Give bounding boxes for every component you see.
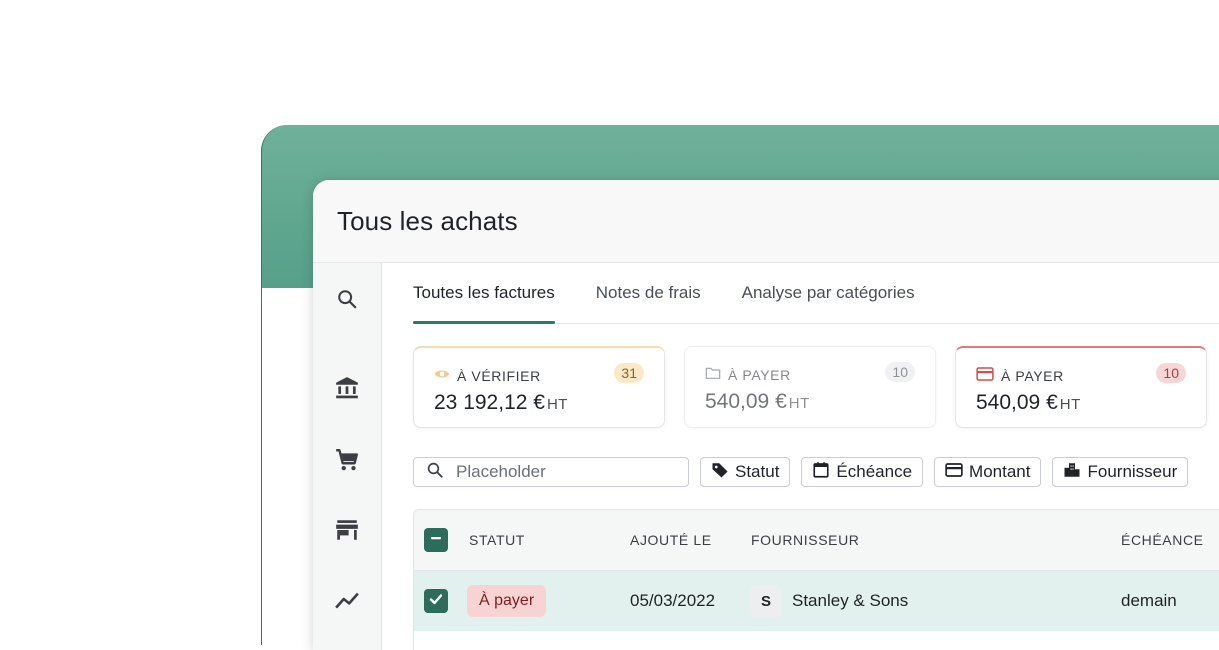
amount-value: 540,09 € [976, 391, 1058, 414]
cart-icon[interactable] [333, 446, 361, 474]
minus-icon [429, 531, 443, 550]
filter-montant-button[interactable]: Montant [934, 457, 1042, 487]
cell-due: demain [1121, 591, 1177, 610]
card-icon [945, 462, 969, 483]
app-window: Tous les achats Toutes les factures Note… [313, 180, 1219, 650]
table-row[interactable]: À payer 05/03/2022 S Stanley & Sons dema… [414, 571, 1219, 631]
tag-icon [711, 461, 735, 484]
tab-toutes-les-factures[interactable]: Toutes les factures [413, 263, 555, 324]
store-icon[interactable] [333, 516, 361, 544]
row-checkbox[interactable] [424, 589, 448, 613]
chip-label: Statut [735, 462, 780, 481]
summary-cards: À VÉRIFIER 31 23 192,12 € HT À PAYER 10 5… [413, 346, 1219, 428]
amount-value: 540,09 € [705, 390, 787, 413]
card-a-payer-folder[interactable]: À PAYER 10 540,09 € HT [684, 346, 936, 428]
card-amount: 540,09 € HT [976, 391, 1081, 415]
column-header-status[interactable]: STATUT [469, 532, 525, 548]
card-label-row: À PAYER [705, 365, 791, 384]
filter-statut-button[interactable]: Statut [700, 457, 791, 487]
check-icon [428, 591, 444, 612]
chip-label: Montant [969, 462, 1031, 481]
trend-chart-icon[interactable] [333, 585, 361, 613]
credit-card-icon [976, 366, 1001, 385]
column-header-supplier[interactable]: FOURNISSEUR [751, 532, 860, 548]
card-a-payer-card[interactable]: À PAYER 10 540,09 € HT [955, 346, 1207, 428]
amount-unit: HT [788, 395, 810, 412]
card-amount: 23 192,12 € HT [434, 391, 568, 415]
chip-label: Échéance [836, 462, 913, 481]
sidebar [313, 263, 382, 650]
tab-analyse-par-categories[interactable]: Analyse par catégories [742, 263, 915, 323]
amount-value: 23 192,12 € [434, 391, 545, 414]
tab-bar: Toutes les factures Notes de frais Analy… [413, 263, 1219, 324]
cell-supplier: Stanley & Sons [792, 591, 909, 610]
folder-icon [705, 365, 728, 384]
building-icon [1063, 461, 1087, 484]
card-a-verifier[interactable]: À VÉRIFIER 31 23 192,12 € HT [413, 346, 665, 428]
calendar-icon [812, 461, 836, 484]
page-title: Tous les achats [337, 205, 518, 236]
search-icon [426, 461, 444, 484]
filter-echeance-button[interactable]: Échéance [801, 457, 924, 487]
count-badge: 10 [1156, 363, 1186, 383]
card-label-row: À PAYER [976, 366, 1064, 385]
column-header-added[interactable]: AJOUTÉ LE [630, 532, 712, 548]
filter-fournisseur-button[interactable]: Fournisseur [1052, 457, 1189, 487]
table-header: STATUT AJOUTÉ LE FOURNISSEUR ÉCHÉANCE [414, 510, 1219, 571]
main-content: Toutes les factures Notes de frais Analy… [382, 263, 1219, 650]
card-label: À VÉRIFIER [457, 367, 541, 384]
column-header-due[interactable]: ÉCHÉANCE [1121, 532, 1204, 548]
chip-label: Fournisseur [1087, 462, 1178, 481]
status-badge: À payer [467, 585, 547, 617]
card-label-row: À VÉRIFIER [434, 366, 541, 385]
window-header: Tous les achats [313, 180, 1219, 263]
search-icon[interactable] [333, 285, 361, 313]
eye-icon [434, 366, 457, 385]
cell-added-date: 05/03/2022 [630, 591, 716, 610]
search-box [413, 457, 689, 487]
amount-unit: HT [1059, 396, 1081, 413]
select-all-checkbox[interactable] [424, 528, 448, 552]
tab-notes-de-frais[interactable]: Notes de frais [596, 263, 701, 323]
card-amount: 540,09 € HT [705, 390, 810, 414]
count-badge: 31 [614, 363, 644, 383]
count-badge: 10 [885, 362, 915, 382]
supplier-avatar: S [750, 585, 782, 617]
bank-icon[interactable] [333, 374, 361, 402]
filter-bar: Statut Échéance Montant Fournisseur [413, 457, 1199, 487]
search-input[interactable] [454, 461, 678, 483]
card-label: À PAYER [1001, 367, 1064, 384]
amount-unit: HT [546, 396, 568, 413]
invoice-table: STATUT AJOUTÉ LE FOURNISSEUR ÉCHÉANCE À … [413, 509, 1219, 650]
card-label: À PAYER [728, 366, 791, 383]
